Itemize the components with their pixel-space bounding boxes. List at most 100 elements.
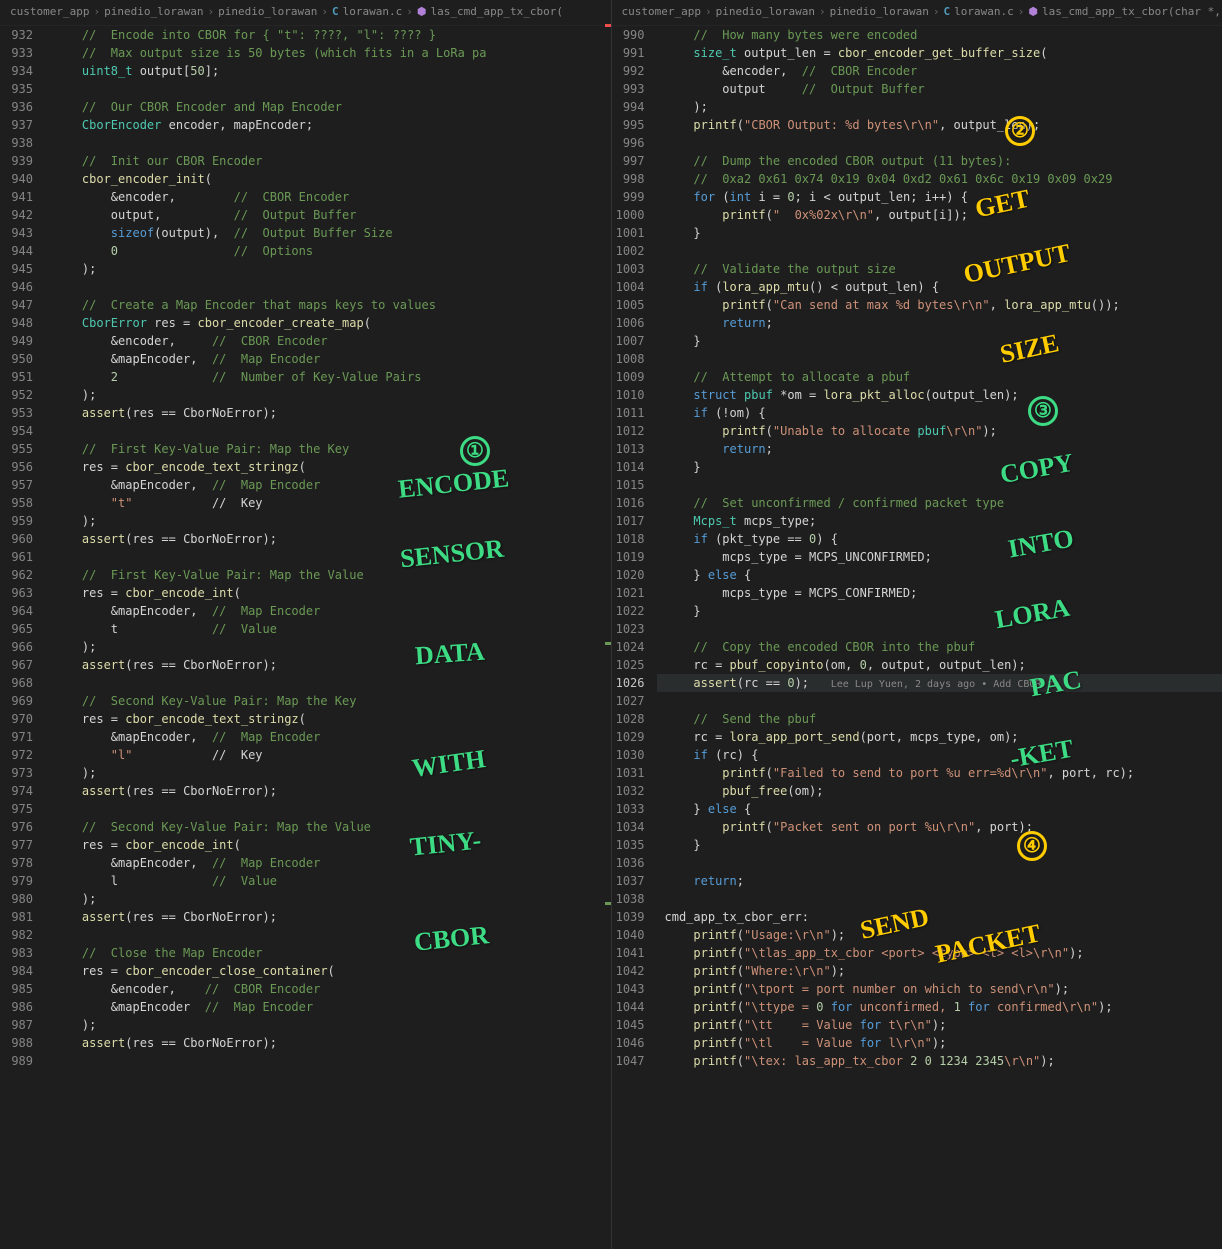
- code-line[interactable]: 0 // Options: [45, 242, 611, 260]
- code-line[interactable]: "l" // Key: [45, 746, 611, 764]
- breadcrumb-folder[interactable]: pinedio_lorawan: [716, 4, 815, 21]
- code-line[interactable]: printf("Can send at max %d bytes\r\n", l…: [657, 296, 1222, 314]
- line-number[interactable]: 951: [0, 368, 33, 386]
- line-number[interactable]: 1029: [612, 728, 645, 746]
- code-line[interactable]: sizeof(output), // Output Buffer Size: [45, 224, 611, 242]
- line-number[interactable]: 1020: [612, 566, 645, 584]
- line-number[interactable]: 1038: [612, 890, 645, 908]
- code-line[interactable]: );: [45, 890, 611, 908]
- code-line[interactable]: if (pkt_type == 0) {: [657, 530, 1222, 548]
- code-area-left[interactable]: 9329339349359369379389399409419429439449…: [0, 26, 611, 1249]
- code-line[interactable]: printf("Usage:\r\n");: [657, 926, 1222, 944]
- line-number[interactable]: 991: [612, 44, 645, 62]
- code-line[interactable]: printf("\tport = port number on which to…: [657, 980, 1222, 998]
- breadcrumb-folder[interactable]: pinedio_lorawan: [830, 4, 929, 21]
- breadcrumb-folder[interactable]: customer_app: [10, 4, 89, 21]
- code-line[interactable]: // Max output size is 50 bytes (which fi…: [45, 44, 611, 62]
- breadcrumb-function[interactable]: las_cmd_app_tx_cbor(char *, in: [1042, 4, 1222, 21]
- line-number[interactable]: 1044: [612, 998, 645, 1016]
- code-line[interactable]: );: [45, 386, 611, 404]
- line-number[interactable]: 1007: [612, 332, 645, 350]
- code-line[interactable]: "t" // Key: [45, 494, 611, 512]
- line-number[interactable]: 1015: [612, 476, 645, 494]
- breadcrumb-right[interactable]: customer_app › pinedio_lorawan › pinedio…: [612, 0, 1222, 26]
- code-line[interactable]: // Send the pbuf: [657, 710, 1222, 728]
- code-line[interactable]: [657, 620, 1222, 638]
- line-number[interactable]: 1035: [612, 836, 645, 854]
- code-line[interactable]: [45, 1052, 611, 1070]
- code-line[interactable]: // Second Key-Value Pair: Map the Value: [45, 818, 611, 836]
- code-line[interactable]: [657, 134, 1222, 152]
- line-number[interactable]: 977: [0, 836, 33, 854]
- line-number[interactable]: 967: [0, 656, 33, 674]
- code-line[interactable]: [45, 674, 611, 692]
- code-line[interactable]: // First Key-Value Pair: Map the Value: [45, 566, 611, 584]
- line-number[interactable]: 972: [0, 746, 33, 764]
- line-number[interactable]: 1032: [612, 782, 645, 800]
- code-line[interactable]: &encoder, // CBOR Encoder: [45, 188, 611, 206]
- line-number[interactable]: 941: [0, 188, 33, 206]
- line-number[interactable]: 974: [0, 782, 33, 800]
- code-line[interactable]: uint8_t output[50];: [45, 62, 611, 80]
- line-number[interactable]: 952: [0, 386, 33, 404]
- code-line[interactable]: assert(res == CborNoError);: [45, 404, 611, 422]
- breadcrumb-folder[interactable]: pinedio_lorawan: [218, 4, 317, 21]
- line-number[interactable]: 1019: [612, 548, 645, 566]
- code-line[interactable]: res = cbor_encoder_close_container(: [45, 962, 611, 980]
- code-line[interactable]: // Our CBOR Encoder and Map Encoder: [45, 98, 611, 116]
- code-line[interactable]: return;: [657, 872, 1222, 890]
- line-number[interactable]: 1033: [612, 800, 645, 818]
- line-number[interactable]: 1041: [612, 944, 645, 962]
- line-number[interactable]: 948: [0, 314, 33, 332]
- code-line[interactable]: Mcps_t mcps_type;: [657, 512, 1222, 530]
- line-number[interactable]: 1025: [612, 656, 645, 674]
- code-line[interactable]: pbuf_free(om);: [657, 782, 1222, 800]
- line-number[interactable]: 954: [0, 422, 33, 440]
- code-line[interactable]: [657, 242, 1222, 260]
- code-line[interactable]: cmd_app_tx_cbor_err:: [657, 908, 1222, 926]
- code-line[interactable]: printf("Packet sent on port %u\r\n", por…: [657, 818, 1222, 836]
- code-content[interactable]: // How many bytes were encoded size_t ou…: [657, 26, 1222, 1249]
- code-line[interactable]: );: [45, 638, 611, 656]
- line-number[interactable]: 949: [0, 332, 33, 350]
- code-line[interactable]: 2 // Number of Key-Value Pairs: [45, 368, 611, 386]
- code-line[interactable]: // Set unconfirmed / confirmed packet ty…: [657, 494, 1222, 512]
- line-number[interactable]: 965: [0, 620, 33, 638]
- line-number[interactable]: 1047: [612, 1052, 645, 1070]
- code-line[interactable]: &encoder, // CBOR Encoder: [45, 980, 611, 998]
- code-line[interactable]: printf("\tex: las_app_tx_cbor 2 0 1234 2…: [657, 1052, 1222, 1070]
- line-number[interactable]: 1031: [612, 764, 645, 782]
- code-line[interactable]: [45, 926, 611, 944]
- line-number[interactable]: 1008: [612, 350, 645, 368]
- line-number[interactable]: 1030: [612, 746, 645, 764]
- code-line[interactable]: assert(res == CborNoError);: [45, 1034, 611, 1052]
- line-number[interactable]: 1026: [612, 674, 645, 692]
- code-line[interactable]: } else {: [657, 800, 1222, 818]
- code-line[interactable]: rc = pbuf_copyinto(om, 0, output, output…: [657, 656, 1222, 674]
- line-number[interactable]: 996: [612, 134, 645, 152]
- code-line[interactable]: res = cbor_encode_text_stringz(: [45, 710, 611, 728]
- line-number[interactable]: 942: [0, 206, 33, 224]
- line-number[interactable]: 940: [0, 170, 33, 188]
- code-line[interactable]: // Init our CBOR Encoder: [45, 152, 611, 170]
- code-line[interactable]: printf("Failed to send to port %u err=%d…: [657, 764, 1222, 782]
- line-number[interactable]: 963: [0, 584, 33, 602]
- line-number[interactable]: 970: [0, 710, 33, 728]
- code-line[interactable]: // First Key-Value Pair: Map the Key: [45, 440, 611, 458]
- code-line[interactable]: }: [657, 332, 1222, 350]
- line-number[interactable]: 1003: [612, 260, 645, 278]
- code-line[interactable]: }: [657, 224, 1222, 242]
- line-number[interactable]: 936: [0, 98, 33, 116]
- line-number[interactable]: 946: [0, 278, 33, 296]
- code-line[interactable]: [45, 800, 611, 818]
- line-number[interactable]: 945: [0, 260, 33, 278]
- code-line[interactable]: );: [45, 764, 611, 782]
- code-line[interactable]: printf("\tlas_app_tx_cbor <port> <type> …: [657, 944, 1222, 962]
- line-number[interactable]: 1022: [612, 602, 645, 620]
- code-line[interactable]: printf("\ttype = 0 for unconfirmed, 1 fo…: [657, 998, 1222, 1016]
- line-number[interactable]: 944: [0, 242, 33, 260]
- code-line[interactable]: if (!om) {: [657, 404, 1222, 422]
- line-number[interactable]: 981: [0, 908, 33, 926]
- line-number[interactable]: 980: [0, 890, 33, 908]
- code-line[interactable]: );: [657, 98, 1222, 116]
